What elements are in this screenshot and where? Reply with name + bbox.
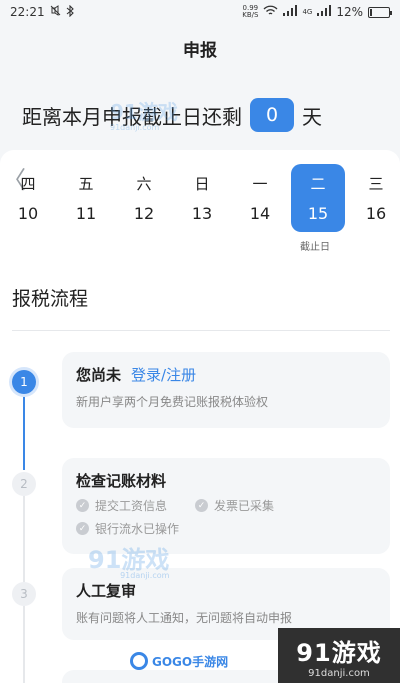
step-number-1: 1 <box>12 370 36 394</box>
step-card-manual-review[interactable]: 人工复审 账有问题将人工通知，无问题将自动申报 <box>62 568 390 640</box>
mute-icon <box>50 5 61 19</box>
step-title: 人工复审 <box>76 582 137 600</box>
timeline-line <box>23 496 25 582</box>
calendar-day[interactable]: 日 13 <box>175 164 229 232</box>
timeline-line <box>23 606 25 683</box>
check-item: ✓ 发票已采集 <box>195 497 274 514</box>
calendar-weekday: 日 <box>194 175 210 193</box>
countdown-prefix: 距离本月申报截止日还剩 <box>22 104 242 129</box>
page-title: 申报 <box>183 40 217 61</box>
calendar-date: 16 <box>365 204 387 223</box>
step-subtitle: 账有问题将人工通知，无问题将自动申报 <box>76 611 293 625</box>
calendar-weekday: 六 <box>136 175 152 193</box>
section-title: 报税流程 <box>12 288 89 310</box>
calendar-date: 15 <box>307 204 329 223</box>
calendar-weekday: 三 <box>368 175 384 193</box>
status-bar: 22:21 0.99 KB/S 4G 12% <box>0 0 400 24</box>
network-type: 4G <box>302 7 313 16</box>
calendar-day[interactable]: 三 16 <box>349 164 400 232</box>
bluetooth-icon <box>66 4 74 20</box>
step-subtitle: 新用户享两个月免费记账报税体验权 <box>76 395 269 409</box>
check-item-label: 发票已采集 <box>214 499 275 513</box>
status-time: 22:21 <box>10 5 45 19</box>
calendar-weekday: 一 <box>252 175 268 193</box>
divider <box>12 330 390 331</box>
step-card-login[interactable]: 您尚未 登录/注册 新用户享两个月免费记账报税体验权 <box>62 352 390 428</box>
calendar-date: 13 <box>191 204 213 223</box>
login-register-link[interactable]: 登录/注册 <box>131 364 196 385</box>
step-title: 检查记账材料 <box>76 472 167 490</box>
step-title: 您尚未 <box>76 366 122 384</box>
tax-process-section: 报税流程 1 2 3 您尚未 登录/注册 新用户享两个月免费记账报税体验权 检查… <box>0 260 400 683</box>
calendar-day[interactable]: 四 10 <box>1 164 55 232</box>
check-icon: ✓ <box>195 499 209 512</box>
step-number-2: 2 <box>12 472 36 496</box>
check-item: ✓ 提交工资信息 <box>76 497 167 514</box>
check-item: ✓ 银行流水已操作 <box>76 520 179 537</box>
deadline-label: 截止日 <box>300 242 330 253</box>
calendar-weekday: 二 <box>310 175 326 193</box>
calendar-date: 10 <box>17 204 39 223</box>
signal-icon <box>283 5 298 19</box>
calendar-date: 14 <box>249 204 271 223</box>
step-card-check-materials[interactable]: 检查记账材料 ✓ 提交工资信息 ✓ 发票已采集 ✓ 银行流水已操作 <box>62 458 390 554</box>
nav-bar: 申报 <box>0 24 400 72</box>
days-remaining-badge: 0 <box>250 98 294 132</box>
wifi-icon <box>263 5 278 19</box>
countdown-suffix: 天 <box>302 104 322 129</box>
calendar-strip[interactable]: 〈 四 10 五 11 六 12 日 13 一 14 二 15 三 16 截止日 <box>0 150 400 260</box>
check-icon: ✓ <box>76 522 89 535</box>
step-number-3: 3 <box>12 582 36 606</box>
check-icon: ✓ <box>76 499 89 512</box>
signal-icon <box>317 5 332 19</box>
net-speed: 0.99 KB/S <box>242 5 258 19</box>
calendar-date: 11 <box>75 204 97 223</box>
check-item-label: 提交工资信息 <box>95 499 168 513</box>
calendar-day[interactable]: 一 14 <box>233 164 287 232</box>
timeline-line-active <box>23 396 25 470</box>
calendar-weekday: 五 <box>78 175 94 193</box>
step-card-partial[interactable] <box>62 670 390 683</box>
battery-fill <box>370 8 372 16</box>
calendar-day[interactable]: 二 15 <box>291 164 345 232</box>
battery-percent: 12% <box>336 5 363 19</box>
calendar-day[interactable]: 六 12 <box>117 164 171 232</box>
net-speed-unit: KB/S <box>242 11 259 19</box>
battery-icon <box>368 6 392 18</box>
calendar-day[interactable]: 五 11 <box>59 164 113 232</box>
check-item-label: 银行流水已操作 <box>95 522 180 536</box>
calendar-date: 12 <box>133 204 155 223</box>
deadline-countdown: 距离本月申报截止日还剩 0 天 <box>22 98 322 132</box>
calendar-weekday: 四 <box>20 175 36 193</box>
